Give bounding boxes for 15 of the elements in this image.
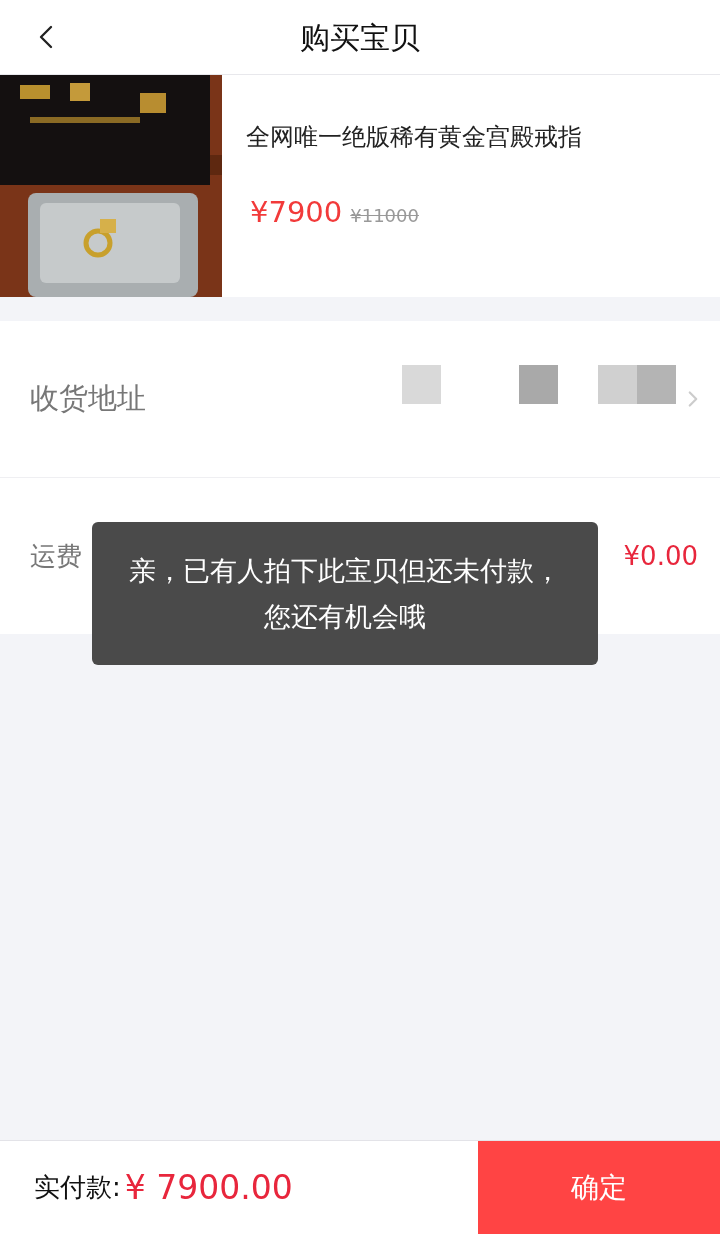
shipping-label: 运费 [30, 539, 82, 573]
toast-text: 您还有机会哦 [264, 599, 426, 634]
original-price: ¥11000 [350, 204, 419, 228]
address-label: 收货地址 [30, 380, 146, 418]
confirm-button[interactable]: 确定 [478, 1141, 720, 1234]
page-title: 购买宝贝 [300, 18, 420, 57]
product-price: ¥7900 [250, 194, 343, 231]
address-row[interactable]: 收货地址 [0, 321, 720, 478]
total-amount: ¥ 7900.00 [124, 1166, 293, 1209]
redaction-block [402, 364, 441, 404]
total-label: 实付款: [34, 1171, 121, 1204]
shipping-value: ¥0.00 [623, 539, 698, 573]
product-name: 全网唯一绝版稀有黄金宫殿戒指 [246, 122, 582, 153]
toast-text: 亲，已有人拍下此宝贝但还未付款， [129, 553, 561, 588]
redaction-block [519, 364, 558, 404]
